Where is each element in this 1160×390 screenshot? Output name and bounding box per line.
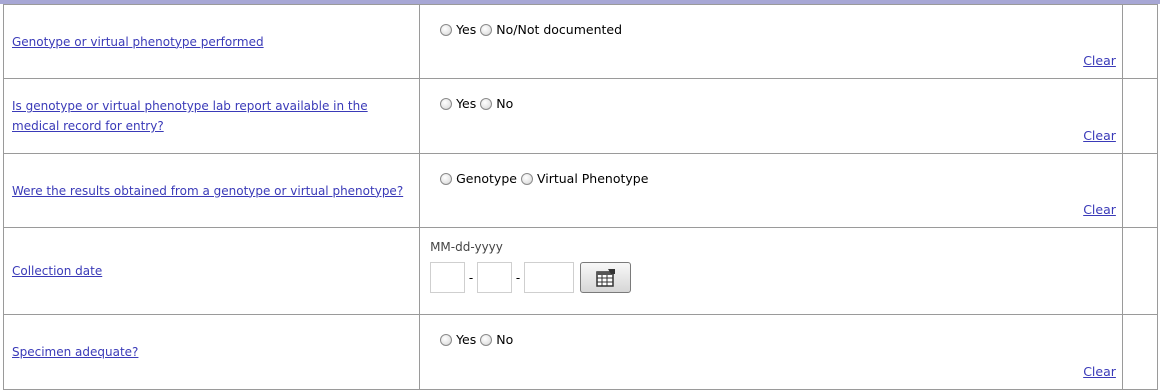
question-link-genotype-performed[interactable]: Genotype or virtual phenotype performed — [4, 32, 272, 52]
radio-yes[interactable] — [440, 23, 453, 36]
clear-link[interactable]: Clear — [1083, 53, 1116, 68]
empty-cell — [1121, 314, 1159, 390]
radio-label: Yes — [456, 22, 477, 37]
question-form-table: Genotype or virtual phenotype performed … — [2, 4, 1159, 390]
table-row: Were the results obtained from a genotyp… — [2, 153, 1159, 228]
question-link-results-source[interactable]: Were the results obtained from a genotyp… — [4, 181, 411, 201]
radio-label: No — [496, 96, 514, 111]
calendar-button[interactable] — [580, 262, 632, 293]
day-input[interactable] — [477, 262, 513, 293]
question-link-collection-date[interactable]: Collection date — [4, 261, 110, 281]
radio-group: Genotype Virtual Phenotype — [440, 171, 652, 186]
radio-label: Virtual Phenotype — [536, 171, 649, 186]
radio-group: Yes No/Not documented — [440, 22, 626, 37]
clear-link[interactable]: Clear — [1083, 202, 1116, 217]
date-input-group: - - — [430, 262, 632, 293]
radio-label: No/Not documented — [496, 22, 623, 37]
radio-no[interactable] — [480, 97, 493, 110]
radio-label: Genotype — [456, 171, 517, 186]
date-separator: - — [468, 270, 474, 285]
radio-label: Yes — [456, 96, 477, 111]
table-row: Collection date MM-dd-yyyy - - — [2, 227, 1159, 315]
radio-genotype[interactable] — [440, 172, 453, 185]
empty-cell — [1121, 4, 1159, 79]
radio-no[interactable] — [480, 333, 493, 346]
clear-link[interactable]: Clear — [1083, 128, 1116, 143]
radio-group: Yes No — [440, 96, 517, 111]
year-input[interactable] — [524, 262, 575, 293]
empty-cell — [1121, 78, 1159, 154]
table-row: Specimen adequate? Yes No Clear — [2, 314, 1159, 390]
radio-group: Yes No — [440, 332, 517, 347]
date-format-hint: MM-dd-yyyy — [430, 240, 503, 254]
radio-virtual-phenotype[interactable] — [520, 172, 533, 185]
radio-yes[interactable] — [440, 97, 453, 110]
table-row: Genotype or virtual phenotype performed … — [2, 4, 1159, 79]
month-input[interactable] — [430, 262, 466, 293]
radio-no-not-documented[interactable] — [480, 23, 493, 36]
empty-cell — [1121, 227, 1159, 315]
radio-yes[interactable] — [440, 333, 453, 346]
calendar-icon — [595, 268, 615, 287]
radio-label: No — [496, 332, 514, 347]
table-row: Is genotype or virtual phenotype lab rep… — [2, 78, 1159, 154]
date-separator: - — [515, 270, 521, 285]
question-link-lab-report-available[interactable]: Is genotype or virtual phenotype lab rep… — [4, 96, 419, 136]
empty-cell — [1121, 153, 1159, 228]
radio-label: Yes — [456, 332, 477, 347]
clear-link[interactable]: Clear — [1083, 364, 1116, 379]
question-link-specimen-adequate[interactable]: Specimen adequate? — [4, 342, 146, 362]
